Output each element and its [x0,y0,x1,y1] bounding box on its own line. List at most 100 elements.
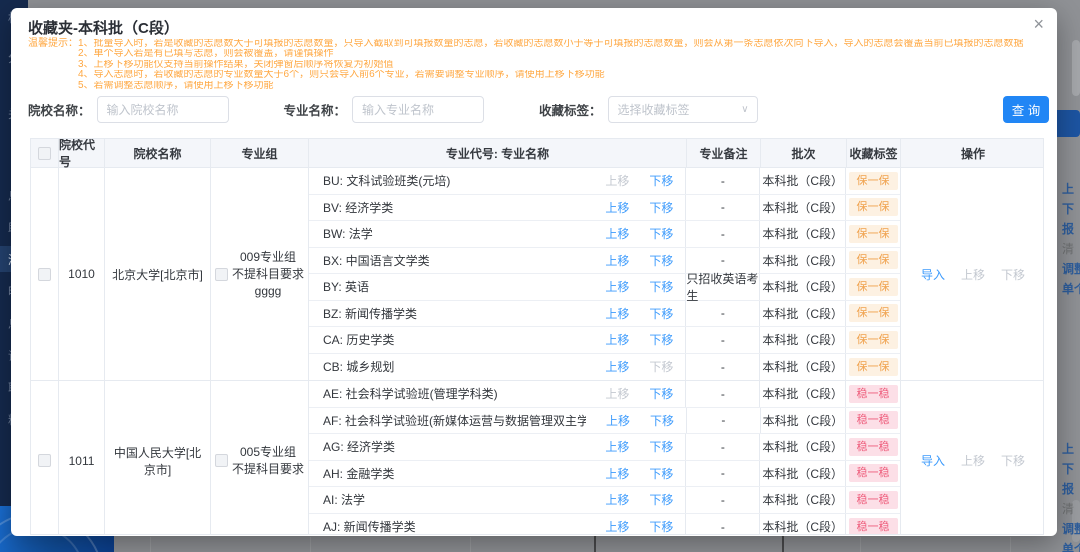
major-batch: 本科批（C段） [761,408,847,434]
major-batch: 本科批（C段） [760,221,846,247]
move-down-link[interactable]: 下移 [649,278,673,295]
move-up-link[interactable]: 上移 [605,199,629,216]
major-name-cell: AF: 社会科学试验班(新媒体运营与数据管理双主学位项目)上移下移 [309,408,687,434]
major-remark: - [686,487,760,513]
major-row: AI: 法学上移下移-本科批（C段）稳一稳 [309,487,900,514]
major-name-cell: AG: 经济学类上移下移 [309,434,686,460]
background-table-line [150,537,151,552]
header-college-name: 院校名称 [105,139,211,167]
tip-line: 5、若需调整志愿顺序，请使用上移下移功能 [78,81,1043,91]
page-scrollbar-thumb[interactable] [1072,40,1080,96]
major-name: CB: 城乡规划 [323,358,585,375]
move-up-link[interactable]: 上移 [605,465,629,482]
move-down-link[interactable]: 下移 [649,252,673,269]
college-name: 中国人民大学[北京市] [105,381,211,535]
group-move-down-link: 下移 [1001,266,1025,283]
move-down-link[interactable]: 下移 [649,225,673,242]
background-link: 清 [1062,500,1074,517]
group-checkbox[interactable] [215,454,228,467]
move-up-link[interactable]: 上移 [605,252,629,269]
import-link[interactable]: 导入 [921,266,945,283]
favorite-tag: 稳一稳 [849,385,898,403]
major-name-cell: AE: 社会科学试验班(管理学科类)上移下移 [309,381,686,407]
major-row: BY: 英语上移下移只招收英语考生本科批（C段）保一保 [309,274,900,301]
import-link[interactable]: 导入 [921,452,945,469]
row-checkbox-cell [31,381,59,535]
favorite-tag: 稳一稳 [849,518,898,535]
favorite-tag: 保一保 [849,331,898,349]
college-name-input[interactable] [97,96,229,123]
move-up-link[interactable]: 上移 [605,438,629,455]
major-group-text: 009专业组不提科目要求gggg [232,249,304,300]
background-link: 下 [1062,460,1074,477]
major-remark: - [686,221,760,247]
favorite-tag: 稳一稳 [849,438,898,456]
row-checkbox-cell [31,168,59,380]
favorites-modal: 收藏夹-本科批（C段） × 温馨提示： 1、批量导入时，若是收藏的志愿数大于可填… [11,8,1057,536]
query-button[interactable]: 查 询 [1003,96,1049,123]
table-group: 1011中国人民大学[北京市]005专业组不提科目要求AE: 社会科学试验班(管… [31,381,1043,535]
move-down-link[interactable]: 下移 [649,518,673,535]
move-down-link[interactable]: 下移 [649,199,673,216]
favorite-tag-cell: 稳一稳 [846,408,900,434]
select-all-cell [31,139,59,167]
move-up-link[interactable]: 上移 [605,358,629,375]
group-checkbox[interactable] [215,268,228,281]
major-name: AH: 金融学类 [323,465,585,482]
move-up-link[interactable]: 上移 [605,518,629,535]
major-name-cell: CB: 城乡规划上移下移 [309,354,686,381]
major-batch: 本科批（C段） [760,514,846,536]
row-checkbox[interactable] [38,454,51,467]
move-up-link[interactable]: 上移 [605,225,629,242]
major-row: CB: 城乡规划上移下移-本科批（C段）保一保 [309,354,900,381]
header-college-code: 院校代号 [59,139,105,167]
move-down-link[interactable]: 下移 [649,331,673,348]
move-up-link[interactable]: 上移 [606,412,630,429]
major-batch: 本科批（C段） [760,461,846,487]
move-down-link[interactable]: 下移 [649,438,673,455]
move-up-link[interactable]: 上移 [605,331,629,348]
move-up-link[interactable]: 上移 [605,305,629,322]
move-down-link[interactable]: 下移 [649,305,673,322]
move-up-link: 上移 [605,172,629,189]
move-down-link[interactable]: 下移 [649,491,673,508]
group-move-down-link: 下移 [1001,452,1025,469]
favorite-tag-cell: 稳一稳 [846,514,900,536]
major-group-line: gggg [232,283,304,300]
favorite-tag-select[interactable]: 选择收藏标签 ∨ [608,96,758,123]
move-down-link[interactable]: 下移 [649,465,673,482]
header-major-remark: 专业备注 [687,139,761,167]
close-icon[interactable]: × [1033,15,1044,33]
major-remark: - [686,381,760,407]
favorite-tag-label: 收藏标签： [539,100,602,119]
major-name-cell: BV: 经济学类上移下移 [309,195,686,221]
major-batch: 本科批（C段） [760,354,846,381]
select-all-checkbox[interactable] [38,147,51,160]
major-name-cell: BZ: 新闻传播学类上移下移 [309,301,686,327]
major-row: AF: 社会科学试验班(新媒体运营与数据管理双主学位项目)上移下移-本科批（C段… [309,408,900,435]
favorite-tag-select-placeholder: 选择收藏标签 [618,101,690,118]
major-row: AJ: 新闻传播学类上移下移-本科批（C段）稳一稳 [309,514,900,536]
move-down-link[interactable]: 下移 [649,385,673,402]
tips-label: 温馨提示： [28,39,78,91]
major-name-input[interactable] [352,96,484,123]
move-down-link[interactable]: 下移 [650,412,674,429]
major-batch: 本科批（C段） [760,434,846,460]
background-link: 单个 [1062,540,1080,552]
background-table-line [310,537,311,552]
move-up-link[interactable]: 上移 [605,278,629,295]
major-group-line: 不提科目要求 [232,266,304,283]
major-batch: 本科批（C段） [760,168,846,194]
header-favorite-tag: 收藏标签 [847,139,901,167]
move-down-link[interactable]: 下移 [649,172,673,189]
row-checkbox[interactable] [38,268,51,281]
major-name: AI: 法学 [323,491,585,508]
major-row: AE: 社会科学试验班(管理学科类)上移下移-本科批（C段）稳一稳 [309,381,900,408]
major-name-cell: AJ: 新闻传播学类上移下移 [309,514,686,536]
major-row: AH: 金融学类上移下移-本科批（C段）稳一稳 [309,461,900,488]
header-batch: 批次 [761,139,847,167]
background-link: 上 [1062,440,1074,457]
move-up-link[interactable]: 上移 [605,491,629,508]
major-name-cell: BU: 文科试验班类(元培)上移下移 [309,168,686,194]
favorite-tag-cell: 保一保 [846,221,900,247]
